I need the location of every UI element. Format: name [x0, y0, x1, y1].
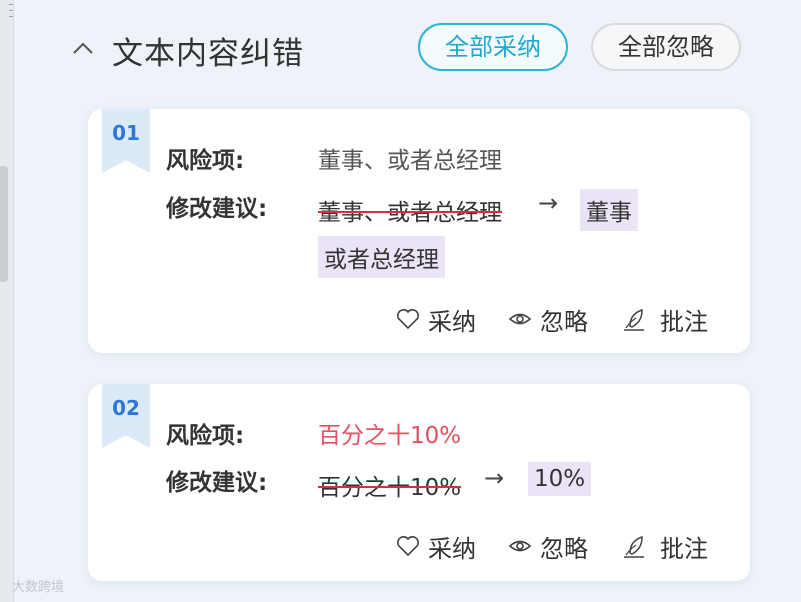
original-text-value: 百分之十10% [318, 475, 462, 501]
grip-tick [9, 16, 13, 17]
original-text: 董事、或者总经理 [318, 193, 502, 227]
correction-card: 02 风险项: 百分之十10% 修改建议: 百分之十10% → 10% 采纳 忽… [88, 384, 750, 581]
grip-tick [9, 10, 13, 11]
item-index: 01 [112, 121, 140, 145]
original-text: 百分之十10% [318, 468, 462, 502]
arrow-right-icon: → [484, 464, 505, 492]
ignore-label: 忽略 [540, 535, 588, 563]
index-ribbon: 01 [102, 109, 150, 173]
eye-icon [508, 313, 532, 325]
accept-label: 采纳 [428, 535, 476, 563]
section-header: 文本内容纠错 全部采纳 全部忽略 [72, 22, 752, 76]
scrollbar-handle[interactable] [0, 166, 8, 282]
heart-icon [397, 536, 419, 557]
comment-label: 批注 [660, 308, 708, 336]
item-index: 02 [112, 396, 140, 420]
suggestion-label: 修改建议: [166, 470, 268, 496]
index-ribbon: 02 [102, 384, 150, 448]
suggestion-chip[interactable]: 或者总经理 [318, 236, 445, 278]
strikethrough-line [318, 485, 462, 488]
accept-all-button[interactable]: 全部采纳 [418, 23, 568, 71]
ignore-label: 忽略 [540, 308, 588, 336]
risk-label: 风险项: [166, 423, 245, 449]
accept-label: 采纳 [428, 308, 476, 336]
risk-text: 百分之十10% [318, 423, 462, 449]
original-text-value: 董事、或者总经理 [318, 200, 502, 226]
quill-icon [624, 308, 644, 331]
watermark: 大数跨境 [12, 580, 65, 595]
eye-icon [508, 540, 532, 552]
ignore-all-button[interactable]: 全部忽略 [591, 23, 741, 71]
suggestion-label: 修改建议: [166, 196, 268, 222]
grip-tick [9, 4, 13, 5]
suggestion-chip[interactable]: 董事 [580, 189, 638, 231]
suggestion-chip[interactable]: 10% [528, 462, 592, 496]
quill-icon [624, 535, 644, 558]
section-title: 文本内容纠错 [112, 36, 304, 72]
left-scroll-panel [0, 0, 14, 602]
chevron-up-icon[interactable] [72, 40, 94, 56]
risk-text: 董事、或者总经理 [318, 148, 502, 174]
heart-icon [397, 309, 419, 330]
strikethrough-line [318, 210, 502, 213]
arrow-right-icon: → [538, 189, 559, 217]
risk-label: 风险项: [166, 148, 245, 174]
comment-label: 批注 [660, 535, 708, 563]
correction-card: 01 风险项: 董事、或者总经理 修改建议: 董事、或者总经理 → 董事 或者总… [88, 109, 750, 353]
